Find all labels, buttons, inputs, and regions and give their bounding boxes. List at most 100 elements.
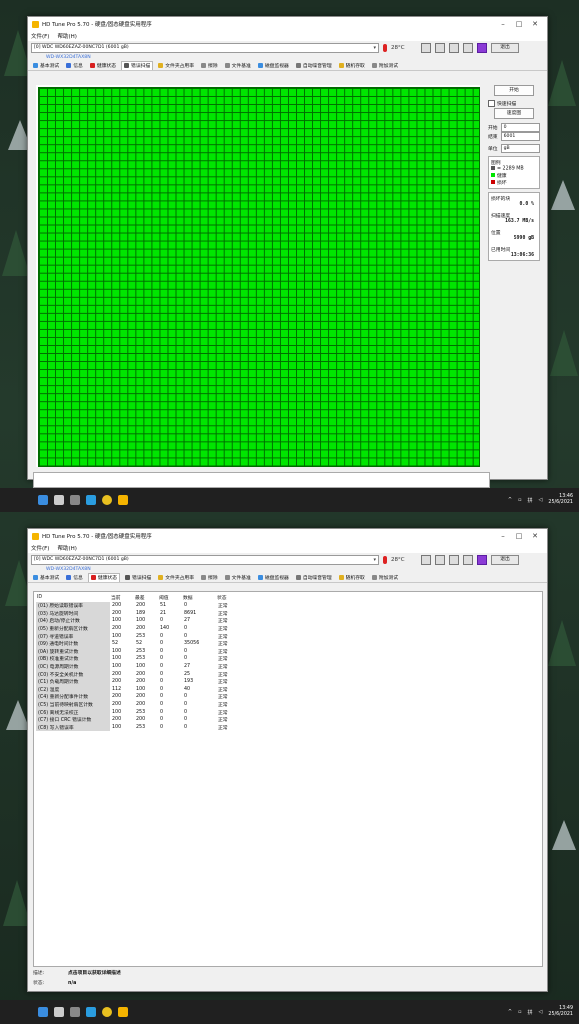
- menu-help[interactable]: 帮助(H): [57, 32, 76, 40]
- tab-benchmark[interactable]: 基本测试: [31, 573, 61, 581]
- cell-data: 27: [184, 664, 191, 670]
- tab-file-benchmark[interactable]: 文件基准: [223, 61, 253, 69]
- task-view-icon[interactable]: [70, 495, 80, 505]
- col-data[interactable]: 数据: [182, 592, 216, 602]
- minimize-icon[interactable]: –: [495, 532, 511, 540]
- tab-erase[interactable]: 擦除: [199, 573, 220, 581]
- camera-icon[interactable]: [449, 555, 459, 565]
- search-icon[interactable]: [54, 495, 64, 505]
- tab-aam[interactable]: 自动噪音管理: [294, 573, 334, 581]
- tab-folder-usage[interactable]: 文件夹占用率: [156, 61, 196, 69]
- table-row[interactable]: (C1) 负载周期计数 200 200 0 193 正常: [36, 677, 238, 686]
- copy-all-icon[interactable]: [435, 43, 445, 53]
- col-status[interactable]: 状态: [216, 592, 238, 602]
- table-row[interactable]: (C4) 重新分配事件计数 200 200 0 0 正常: [36, 693, 238, 701]
- unit-select[interactable]: gB: [500, 144, 540, 153]
- tab-file-benchmark[interactable]: 文件基准: [223, 573, 253, 581]
- table-row[interactable]: (04) 启动/停止计数 100 100 0 27 正常: [36, 617, 238, 625]
- table-row[interactable]: (C2) 温度 112 100 0 40 正常: [36, 685, 238, 694]
- table-row[interactable]: (C6) 离线无法校正 100 253 0 0 正常: [36, 708, 238, 716]
- drive-select[interactable]: [0] WDC WD60EZAZ-00NC7D1 (6001 gB): [31, 43, 379, 53]
- col-worst[interactable]: 最差: [134, 592, 158, 602]
- tab-extra-tests[interactable]: 附加测试: [370, 61, 400, 69]
- input-language[interactable]: 拼: [528, 497, 533, 504]
- table-row[interactable]: (C5) 当前待映射扇区计数 200 200 0 0 正常: [36, 700, 238, 709]
- close-icon[interactable]: ✕: [527, 532, 543, 540]
- hdtune-icon[interactable]: [118, 1007, 128, 1017]
- chevron-up-icon[interactable]: ^: [508, 497, 512, 503]
- input-language[interactable]: 拼: [528, 1009, 533, 1016]
- table-row[interactable]: (0B) 校准重试计数 100 253 0 0 正常: [36, 655, 238, 663]
- table-row[interactable]: (09) 通电时间计数 52 52 0 35056 正常: [36, 639, 238, 648]
- windows-start-icon[interactable]: [38, 495, 48, 505]
- end-input[interactable]: 6001: [500, 132, 540, 141]
- tab-info[interactable]: 信息: [64, 61, 85, 69]
- maximize-icon[interactable]: □: [511, 20, 527, 28]
- table-row[interactable]: (05) 重新分配扇区计数 200 200 140 0 正常: [36, 624, 238, 633]
- tab-health[interactable]: 健康状态: [88, 61, 118, 69]
- tab-extra-tests[interactable]: 附加测试: [370, 573, 400, 581]
- tab-random-access[interactable]: 随机存取: [337, 573, 367, 581]
- camera-icon[interactable]: [449, 43, 459, 53]
- save-icon[interactable]: [477, 555, 487, 565]
- col-current[interactable]: 当前: [110, 592, 134, 602]
- menu-file[interactable]: 文件(F): [31, 32, 49, 40]
- tab-disk-monitor[interactable]: 磁盘监视器: [256, 573, 291, 581]
- tab-error-scan[interactable]: 错误扫描: [123, 573, 153, 581]
- table-row[interactable]: (C0) 不安全关机计数 200 200 0 25 正常: [36, 670, 238, 678]
- task-view-icon[interactable]: [70, 1007, 80, 1017]
- drive-select[interactable]: [0] WDC WD60EZAZ-00NC7D1 (6001 gB): [31, 555, 379, 565]
- table-row[interactable]: (C8) 写入错误率 100 253 0 0 正常: [36, 723, 238, 732]
- search-icon[interactable]: [54, 1007, 64, 1017]
- tab-folder-usage[interactable]: 文件夹占用率: [156, 573, 196, 581]
- tab-error-scan[interactable]: 错误扫描: [121, 60, 154, 70]
- col-id[interactable]: ID: [36, 592, 110, 602]
- tab-aam[interactable]: 自动噪音管理: [294, 61, 334, 69]
- maximize-icon[interactable]: □: [511, 532, 527, 540]
- start-scan-button[interactable]: 开始: [494, 85, 534, 96]
- close-icon[interactable]: ✕: [527, 20, 543, 28]
- copy-icon[interactable]: [421, 555, 431, 565]
- chrome-icon[interactable]: [102, 495, 112, 505]
- menu-help[interactable]: 帮助(H): [57, 544, 76, 552]
- tab-info[interactable]: 信息: [64, 573, 85, 581]
- table-row[interactable]: (C7) 接口 CRC 错误计数 200 200 0 0 正常: [36, 715, 238, 724]
- tab-benchmark[interactable]: 基本测试: [31, 61, 61, 69]
- chevron-up-icon[interactable]: ^: [508, 1009, 512, 1015]
- table-row[interactable]: (01) 原始读取错误率 200 200 51 0 正常: [36, 602, 238, 610]
- windows-start-icon[interactable]: [38, 1007, 48, 1017]
- exit-button[interactable]: 退出: [491, 43, 519, 53]
- speaker-icon[interactable]: ◁: [539, 497, 543, 503]
- table-row[interactable]: (0C) 电源周期计数 100 100 0 27 正常: [36, 662, 238, 671]
- tab-health[interactable]: 健康状态: [87, 572, 121, 582]
- tab-disk-monitor[interactable]: 磁盘监视器: [256, 61, 291, 69]
- cell-threshold: 0: [160, 664, 164, 670]
- copy-icon[interactable]: [421, 43, 431, 53]
- speed-map-button[interactable]: 速度图: [494, 108, 534, 119]
- table-row[interactable]: (0A) 旋转重试计数 100 253 0 0 正常: [36, 647, 238, 656]
- settings-icon[interactable]: [463, 555, 473, 565]
- usb-icon[interactable]: ▫: [518, 1009, 521, 1015]
- table-row[interactable]: (07) 寻道错误率 100 253 0 0 正常: [36, 632, 238, 640]
- random-icon: [338, 574, 344, 580]
- tab-erase[interactable]: 擦除: [199, 61, 220, 69]
- minimize-icon[interactable]: –: [495, 20, 511, 28]
- speaker-icon[interactable]: ◁: [539, 1009, 543, 1015]
- usb-icon[interactable]: ▫: [518, 497, 521, 503]
- chrome-icon[interactable]: [102, 1007, 112, 1017]
- settings-icon[interactable]: [463, 43, 473, 53]
- menu-file[interactable]: 文件(F): [31, 544, 49, 552]
- copy-all-icon[interactable]: [435, 555, 445, 565]
- col-threshold[interactable]: 阈值: [158, 592, 182, 602]
- hdtune-icon[interactable]: [118, 495, 128, 505]
- start-input[interactable]: 0: [500, 123, 540, 132]
- edge-icon[interactable]: [86, 1007, 96, 1017]
- table-row[interactable]: (03) 马达旋转时间 200 189 21 8691 正常: [36, 609, 238, 618]
- exit-button[interactable]: 退出: [491, 555, 519, 565]
- clock[interactable]: 13:46 25/6/2021: [548, 494, 573, 506]
- tab-random-access[interactable]: 随机存取: [337, 61, 367, 69]
- save-icon[interactable]: [477, 43, 487, 53]
- quick-scan-checkbox[interactable]: [488, 100, 495, 107]
- clock[interactable]: 13:49 25/6/2021: [548, 1006, 573, 1018]
- edge-icon[interactable]: [86, 495, 96, 505]
